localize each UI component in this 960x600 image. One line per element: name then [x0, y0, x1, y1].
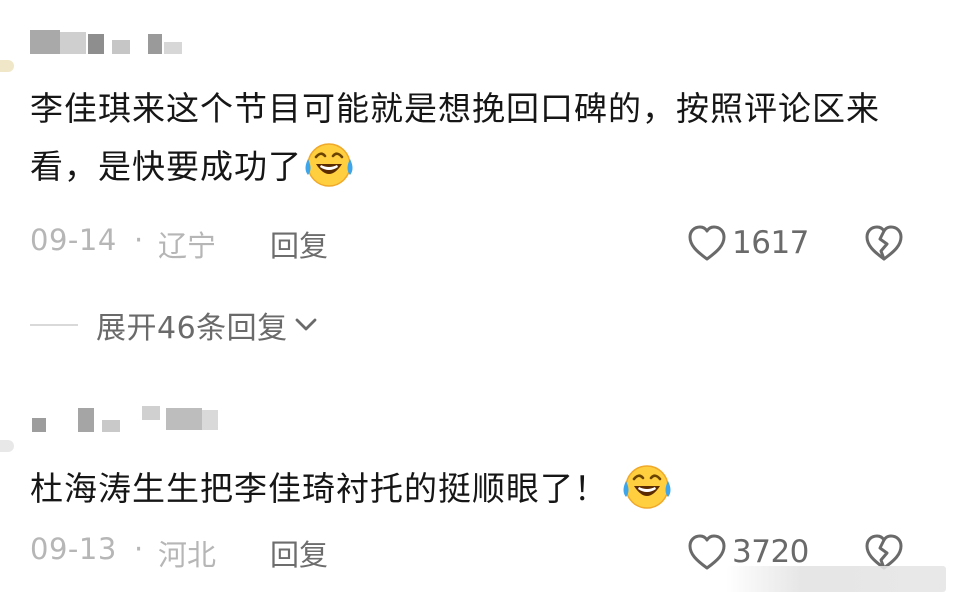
like-button[interactable]: 1617: [686, 221, 809, 265]
comment-date: 09-14: [30, 223, 117, 257]
expand-replies-label: 展开46条回复: [96, 311, 288, 346]
broken-heart-icon: [865, 225, 903, 261]
avatar[interactable]: [0, 60, 14, 72]
reply-button[interactable]: 回复: [270, 223, 328, 265]
comment-item: 李佳琪来这个节目可能就是想挽回口碑的，按照评论区来看，是快要成功了 09-14 …: [0, 0, 960, 346]
comment-text: 杜海涛生生把李佳琦衬托的挺顺眼了！: [30, 460, 920, 518]
meta-separator: ·: [134, 223, 144, 257]
laughing-with-tears-emoji-icon: [622, 462, 672, 512]
meta-separator: ·: [134, 532, 144, 566]
heart-outline-icon: [688, 225, 726, 261]
heart-outline-icon: [688, 534, 726, 570]
comment-text: 李佳琪来这个节目可能就是想挽回口碑的，按照评论区来看，是快要成功了: [30, 80, 920, 196]
laughing-with-tears-emoji-icon: [304, 140, 354, 190]
comment-body: 杜海涛生生把李佳琦衬托的挺顺眼了！: [30, 469, 608, 508]
like-count: 1617: [732, 225, 809, 261]
comment-date: 09-13: [30, 532, 117, 566]
expand-divider-line: [30, 324, 78, 326]
avatar[interactable]: [0, 440, 14, 452]
comment-location: 河北: [158, 538, 217, 572]
reply-button[interactable]: 回复: [270, 532, 328, 574]
username-redacted[interactable]: [30, 406, 230, 432]
dislike-button[interactable]: [863, 223, 905, 263]
comment-body: 李佳琪来这个节目可能就是想挽回口碑的，按照评论区来看，是快要成功了: [30, 89, 880, 186]
username-redacted[interactable]: [30, 30, 230, 56]
expand-replies-button[interactable]: 展开46条回复: [30, 300, 318, 350]
chevron-down-icon: [295, 318, 317, 331]
comment-thread: 李佳琪来这个节目可能就是想挽回口碑的，按照评论区来看，是快要成功了 09-14 …: [0, 0, 960, 600]
watermark-overlay: [726, 566, 946, 592]
comment-meta: 09-14 · 辽宁 回复 1617: [30, 223, 920, 263]
comment-location: 辽宁: [158, 229, 217, 263]
like-count: 3720: [732, 534, 809, 570]
